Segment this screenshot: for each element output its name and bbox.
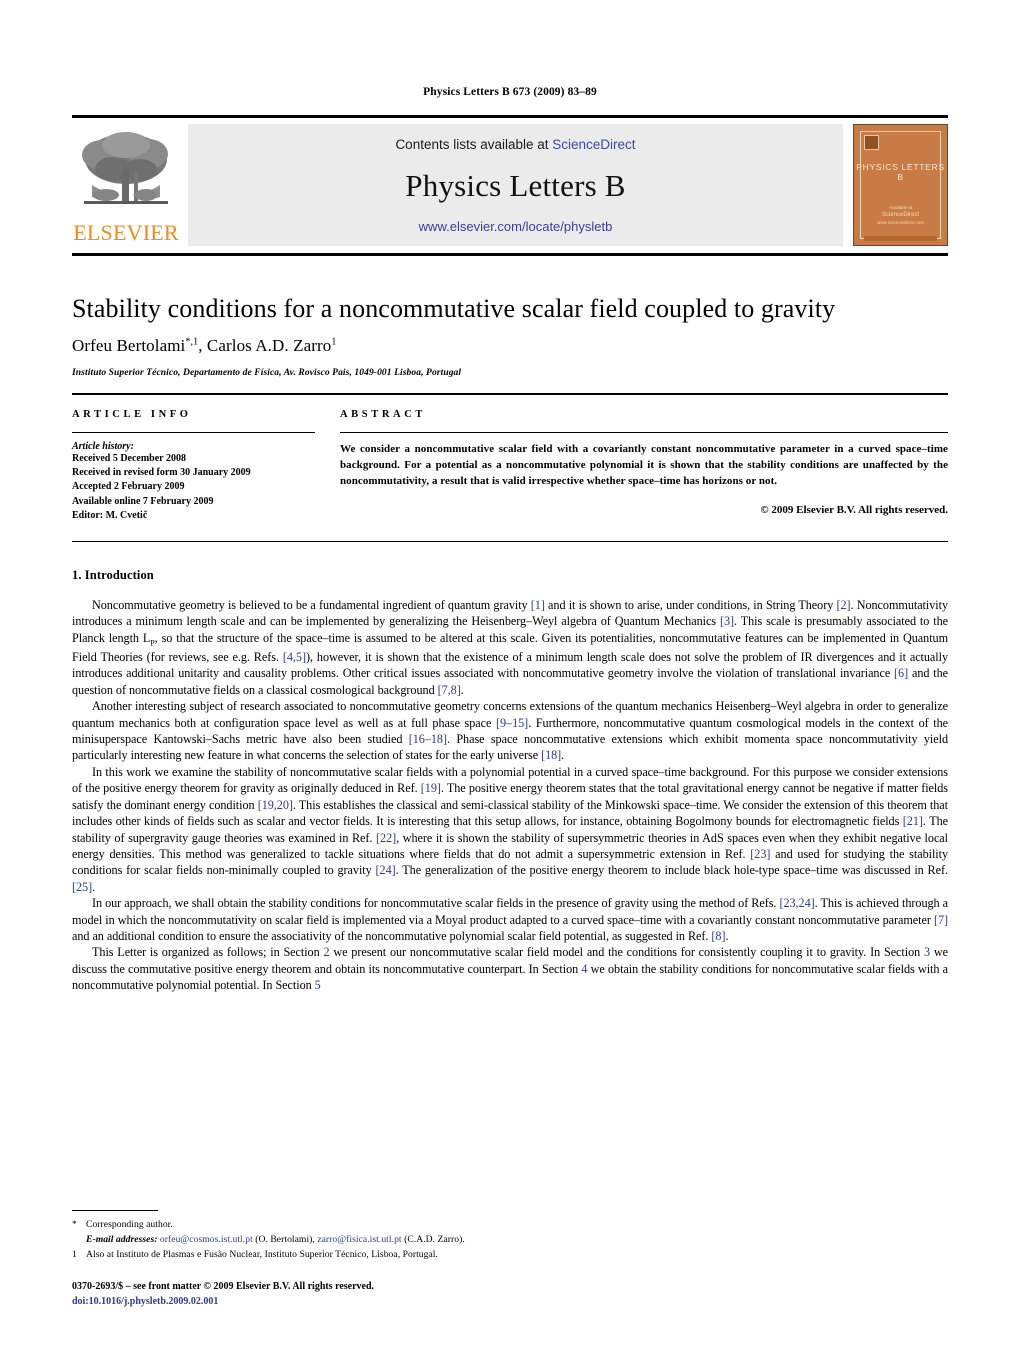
citation-ref[interactable]: [19] xyxy=(421,781,441,795)
elsevier-wordmark: ELSEVIER xyxy=(73,220,179,245)
email-link-2[interactable]: zarro@fisica.ist.utl.pt xyxy=(317,1234,401,1245)
section-ref[interactable]: 2 xyxy=(323,945,329,959)
footnote-emails: E-mail addresses: orfeu@cosmos.ist.utl.p… xyxy=(72,1233,948,1248)
cover-footer: Available at ScienceDirect www.sciencedi… xyxy=(854,205,947,228)
citation-ref[interactable]: [7] xyxy=(934,913,948,927)
article-info-hairline xyxy=(72,432,315,434)
author-separator: , xyxy=(198,336,207,356)
issn-line: 0370-2693/$ – see front matter © 2009 El… xyxy=(72,1281,375,1292)
citation-ref[interactable]: [23,24] xyxy=(779,896,814,910)
section-ref[interactable]: 3 xyxy=(924,945,930,959)
email-owner-2: (C.A.D. Zarro). xyxy=(401,1234,465,1246)
author-1-marks[interactable]: *,1 xyxy=(185,336,198,347)
cover-logo-square xyxy=(864,135,879,150)
journal-masthead: ELSEVIER Contents lists available at Sci… xyxy=(72,115,948,246)
citation-ref[interactable]: [7,8] xyxy=(438,683,461,697)
journal-title: Physics Letters B xyxy=(405,167,626,203)
citation-ref[interactable]: [9–15] xyxy=(496,716,528,730)
history-received: Received 5 December 2008 xyxy=(72,453,186,465)
cover-foot-brand: ScienceDirect xyxy=(881,212,919,219)
cover-foot-small: Available at xyxy=(888,204,913,210)
email-label: E-mail addresses: xyxy=(86,1234,158,1246)
citation-ref[interactable]: [24] xyxy=(376,863,396,877)
paper-page: Physics Letters B 673 (2009) 83–89 ELSEV… xyxy=(0,0,1020,1351)
footnote-rule xyxy=(72,1210,158,1212)
citation-ref[interactable]: [6] xyxy=(894,666,908,680)
citation-ref[interactable]: [16–18] xyxy=(409,732,447,746)
title-block: Stability conditions for a noncommutativ… xyxy=(72,256,948,378)
article-history-label: Article history: xyxy=(72,441,134,453)
history-accepted: Accepted 2 February 2009 xyxy=(72,481,185,493)
introduction-section: 1. Introduction Noncommutative geometry … xyxy=(72,542,948,994)
issn-block: 0370-2693/$ – see front matter © 2009 El… xyxy=(72,1279,948,1309)
body-paragraph: Another interesting subject of research … xyxy=(72,699,948,763)
elsevier-tree-icon xyxy=(82,132,168,204)
author-2-marks[interactable]: 1 xyxy=(331,336,336,347)
affiliation: Instituto Superior Técnico, Departamento… xyxy=(72,368,462,379)
cover-bottom-strip xyxy=(864,236,937,241)
section-ref[interactable]: 5 xyxy=(315,978,321,992)
citation-ref[interactable]: [2] xyxy=(836,598,850,612)
cover-foot-url: www.sciencedirect.com xyxy=(877,220,924,226)
citation-ref[interactable]: [1] xyxy=(531,598,545,612)
article-info-column: ARTICLE INFO Article history: Received 5… xyxy=(72,409,337,523)
citation-ref[interactable]: [19,20] xyxy=(258,798,293,812)
abstract-heading: ABSTRACT xyxy=(340,409,426,421)
footnote-mark-asterisk: * xyxy=(72,1219,77,1231)
citation-ref[interactable]: [21] xyxy=(903,814,923,828)
page-title: Stability conditions for a noncommutativ… xyxy=(72,294,836,323)
abstract-hairline xyxy=(340,432,948,434)
footnote-corresponding: * Corresponding author. xyxy=(72,1218,948,1233)
cover-journal-title: PHYSICS LETTERS B xyxy=(856,162,945,182)
abstract-copyright: © 2009 Elsevier B.V. All rights reserved… xyxy=(760,503,948,516)
body-paragraph: In this work we examine the stability of… xyxy=(72,764,949,894)
footnote-area: * Corresponding author. E-mail addresses:… xyxy=(72,1210,948,1309)
abstract-column: ABSTRACT We consider a noncommutative sc… xyxy=(337,409,948,523)
history-revised: Received in revised form 30 January 2009 xyxy=(72,467,251,479)
citation-ref[interactable]: [25] xyxy=(72,880,92,894)
sciencedirect-banner: Contents lists available at ScienceDirec… xyxy=(188,124,843,246)
article-info-heading: ARTICLE INFO xyxy=(72,409,192,421)
footnote-corresponding-text: Corresponding author. xyxy=(86,1219,173,1231)
citation-ref[interactable]: [8] xyxy=(711,929,725,943)
citation-ref[interactable]: [4,5] xyxy=(283,650,306,664)
body-paragraph: This Letter is organized as follows; in … xyxy=(72,945,949,993)
running-head: Physics Letters B 673 (2009) 83–89 xyxy=(423,86,597,98)
author-name-2: Carlos A.D. Zarro xyxy=(206,336,332,356)
footnote-note-text: Also at Instituto de Plasmas e Fusão Nuc… xyxy=(86,1249,438,1261)
sciencedirect-link[interactable]: ScienceDirect xyxy=(552,137,635,152)
citation-ref[interactable]: [18] xyxy=(541,748,561,762)
history-editor: Editor: M. Cvetič xyxy=(72,509,148,521)
doi-link[interactable]: doi:10.1016/j.physletb.2009.02.001 xyxy=(72,1294,948,1309)
footnote-mark-1: 1 xyxy=(72,1249,77,1261)
email-link-1[interactable]: orfeu@cosmos.ist.utl.pt xyxy=(160,1234,253,1245)
author-list: Orfeu Bertolami*,1, Carlos A.D. Zarro1 xyxy=(72,336,948,356)
journal-cover-thumbnail[interactable]: PHYSICS LETTERS B Available at ScienceDi… xyxy=(853,124,948,246)
history-online: Available online 7 February 2009 xyxy=(72,495,214,507)
citation-ref[interactable]: [3] xyxy=(720,614,734,628)
footnote-note-1: 1 Also at Instituto de Plasmas e Fusão Nu… xyxy=(72,1248,948,1263)
section-ref[interactable]: 4 xyxy=(581,962,587,976)
contents-list-line: Contents lists available at ScienceDirec… xyxy=(395,137,635,152)
body-paragraph: Noncommutative geometry is believed to b… xyxy=(72,598,949,697)
section-heading-introduction: 1. Introduction xyxy=(72,568,154,583)
author-name-1: Orfeu Bertolami xyxy=(72,336,186,356)
abstract-text: We consider a noncommutative scalar fiel… xyxy=(340,443,948,488)
email-owner-1: (O. Bertolami), xyxy=(252,1234,318,1246)
elsevier-logo: ELSEVIER xyxy=(72,124,180,246)
body-paragraph: In our approach, we shall obtain the sta… xyxy=(72,896,948,943)
citation-ref[interactable]: [23] xyxy=(750,847,770,861)
contents-prefix: Contents lists available at xyxy=(395,137,553,152)
citation-ref[interactable]: [22] xyxy=(376,831,396,845)
info-abstract-row: ARTICLE INFO Article history: Received 5… xyxy=(72,395,948,523)
journal-url-link[interactable]: www.elsevier.com/locate/physletb xyxy=(419,219,613,234)
